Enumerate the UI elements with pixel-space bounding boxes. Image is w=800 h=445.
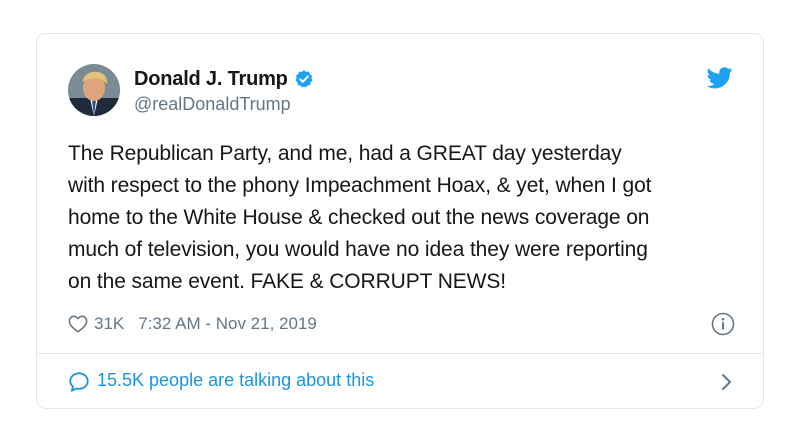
tweet-text-line: much of television, you would have no id… bbox=[68, 238, 648, 261]
twitter-bird-icon[interactable] bbox=[706, 67, 733, 89]
chevron-right-icon bbox=[719, 372, 733, 392]
tweet-text-line: with respect to the phony Impeachment Ho… bbox=[68, 174, 652, 197]
tweet-meta-row: 31K 7:32 AM - Nov 21, 2019 bbox=[68, 311, 317, 337]
verified-badge-icon bbox=[294, 69, 314, 89]
display-name[interactable]: Donald J. Trump bbox=[134, 68, 288, 91]
tweet-text-line: on the same event. FAKE & CORRUPT NEWS! bbox=[68, 270, 507, 293]
tweet-text-line: home to the White House & checked out th… bbox=[68, 206, 650, 229]
display-name-row: Donald J. Trump bbox=[134, 66, 314, 92]
tweet-text-line: The Republican Party, and me, had a GREA… bbox=[68, 142, 622, 165]
speech-bubble-icon bbox=[68, 371, 90, 393]
avatar[interactable] bbox=[68, 64, 120, 116]
tweet-card: Donald J. Trump @realDonaldTrump The Rep… bbox=[36, 33, 764, 409]
conversation-link[interactable]: 15.5K people are talking about this bbox=[37, 354, 763, 409]
heart-icon[interactable] bbox=[68, 315, 88, 333]
info-icon[interactable] bbox=[711, 312, 735, 336]
tweet-text: The Republican Party, and me, had a GREA… bbox=[68, 138, 738, 298]
user-handle[interactable]: @realDonaldTrump bbox=[134, 94, 291, 115]
conversation-label: 15.5K people are talking about this bbox=[97, 370, 375, 390]
like-count[interactable]: 31K bbox=[94, 314, 124, 334]
tweet-timestamp[interactable]: 7:32 AM - Nov 21, 2019 bbox=[138, 314, 317, 334]
